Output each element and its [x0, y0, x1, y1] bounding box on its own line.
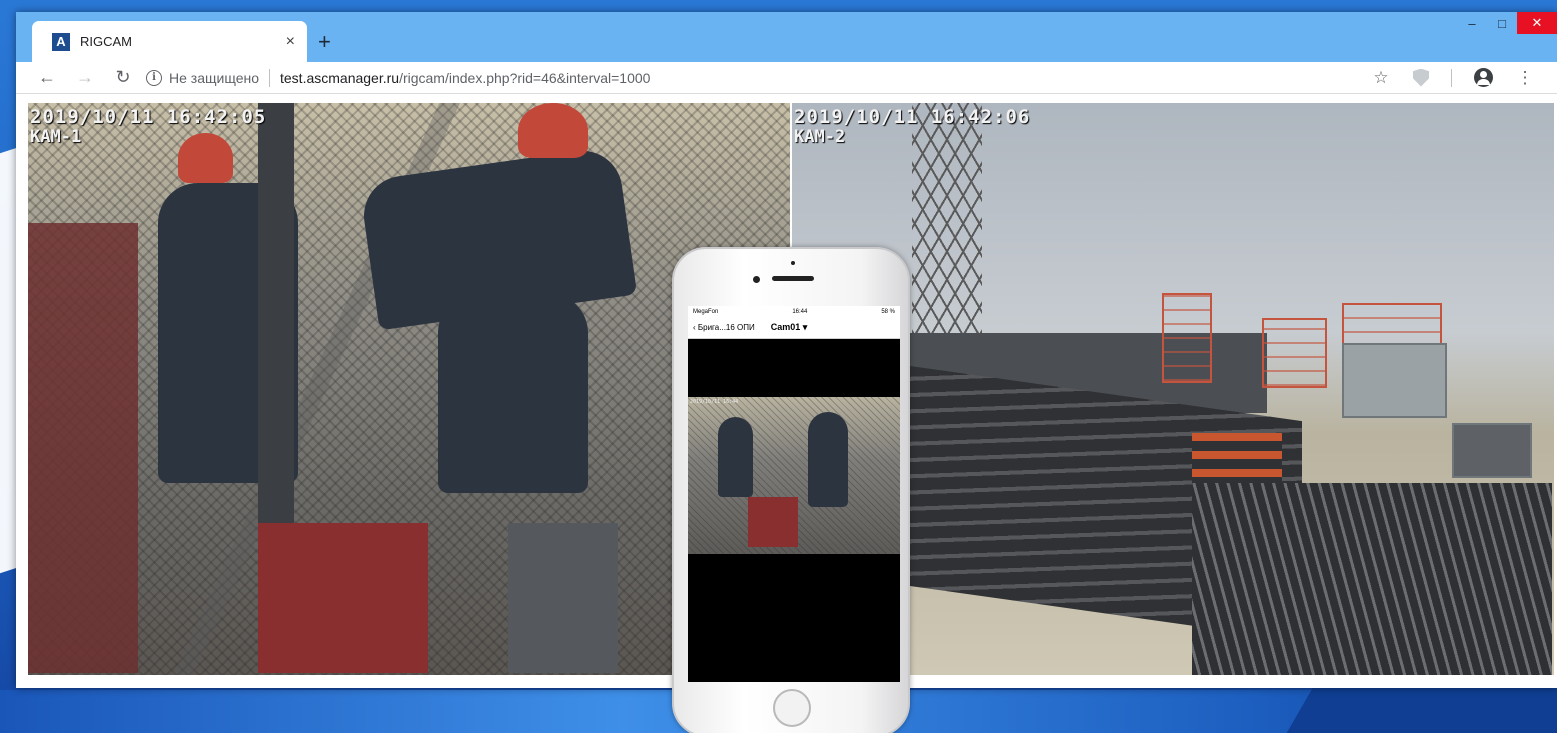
machinery	[28, 223, 138, 673]
front-camera	[753, 276, 760, 283]
block	[508, 523, 618, 673]
status-bar: MegaFon 16:44 58 %	[688, 306, 900, 317]
back-label: Брига...16 ОПИ	[697, 323, 755, 332]
address-bar[interactable]: i Не защищено test.ascmanager.ru/rigcam/…	[146, 64, 1361, 92]
arrow-left-icon[interactable]: ←	[28, 67, 66, 88]
worker-figure	[808, 412, 848, 507]
close-tab-icon[interactable]: ×	[286, 33, 295, 51]
machinery	[748, 497, 798, 547]
phone-screen: MegaFon 16:44 58 % ‹ Брига...16 ОПИ Cam0…	[688, 306, 900, 682]
account-icon[interactable]	[1474, 68, 1493, 87]
favicon-icon: A	[52, 32, 70, 51]
window-controls: – □ ✕	[1457, 12, 1557, 34]
camera-timestamp: 2019/10/11 16:42:05	[30, 106, 267, 128]
camera-label: КАМ-2	[794, 127, 846, 147]
pipe-rack	[1192, 483, 1552, 675]
arrow-right-icon[interactable]: →	[66, 67, 104, 88]
app-nav-bar: ‹ Брига...16 ОПИ Cam01 ▾	[688, 317, 900, 339]
divider	[1451, 68, 1452, 87]
tower	[1262, 318, 1327, 388]
divider	[269, 68, 270, 87]
url-path[interactable]: /rigcam/index.php?rid=46&interval=1000	[399, 70, 650, 86]
phone-video-feed[interactable]: 2019/10/11 16:44	[688, 397, 900, 554]
container	[1452, 423, 1532, 478]
machinery	[258, 523, 428, 673]
minimize-button[interactable]: –	[1457, 12, 1487, 34]
shield-icon[interactable]	[1413, 68, 1429, 87]
tab-rigcam[interactable]: A RIGCAM ×	[32, 21, 307, 62]
tab-title: RIGCAM	[80, 34, 132, 49]
pipe	[258, 103, 294, 523]
back-button[interactable]: ‹ Брига...16 ОПИ	[693, 323, 755, 332]
helmet	[518, 103, 588, 158]
security-label[interactable]: Не защищено	[169, 70, 259, 86]
more-vert-icon[interactable]: ⋮	[1505, 68, 1545, 88]
camera-selector[interactable]: Cam01 ▾	[771, 322, 808, 333]
close-window-button[interactable]: ✕	[1517, 12, 1557, 34]
home-button[interactable]	[773, 689, 811, 727]
battery-label: 58 %	[881, 308, 895, 315]
browser-toolbar: ← → ↻ i Не защищено test.ascmanager.ru/r…	[16, 62, 1557, 94]
camera-timestamp: 2019/10/11 16:42:06	[794, 106, 1031, 128]
maximize-button[interactable]: □	[1487, 12, 1517, 34]
sensor-dot	[791, 261, 795, 265]
carrier-label: MegaFon	[693, 308, 719, 315]
smartphone: MegaFon 16:44 58 % ‹ Брига...16 ОПИ Cam0…	[672, 247, 910, 733]
new-tab-button[interactable]: +	[318, 29, 331, 55]
reload-icon[interactable]: ↻	[104, 67, 142, 88]
container	[1342, 343, 1447, 418]
tab-bar: A RIGCAM × + – □ ✕	[16, 12, 1557, 62]
video-timestamp: 2019/10/11 16:44	[690, 399, 739, 405]
tower	[1162, 293, 1212, 383]
worker-figure	[438, 293, 588, 493]
star-icon[interactable]: ☆	[1361, 68, 1401, 88]
worker-figure	[718, 417, 753, 497]
derrick	[912, 103, 982, 333]
camera-label: КАМ-1	[30, 127, 82, 147]
earpiece-speaker	[772, 276, 814, 281]
url-host[interactable]: test.ascmanager.ru	[280, 70, 399, 86]
info-icon[interactable]: i	[146, 69, 162, 86]
helmet	[178, 133, 233, 183]
clock-label: 16:44	[792, 308, 808, 315]
